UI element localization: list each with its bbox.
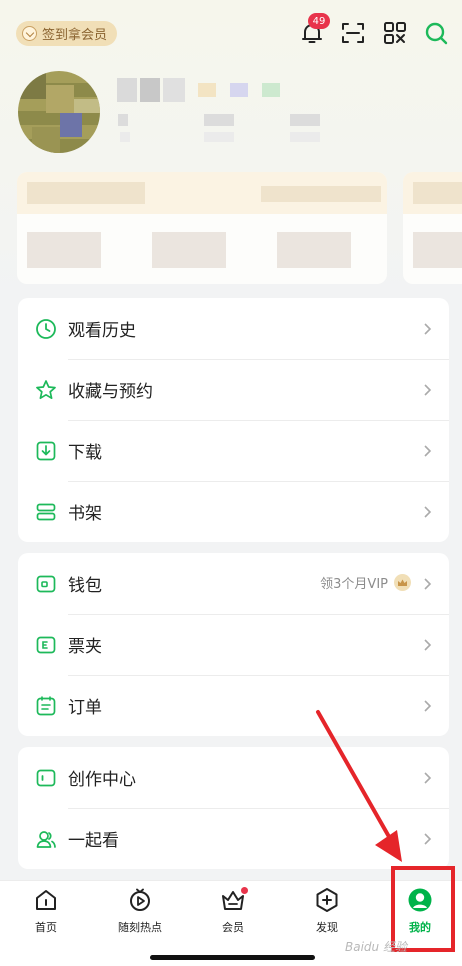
checkin-label: 签到拿会员 (42, 28, 108, 43)
checkin-button[interactable]: 签到拿会员 (16, 21, 118, 46)
chevron-right-icon (424, 639, 432, 651)
home-indicator[interactable] (150, 955, 315, 960)
menu-item-label: 下载 (68, 443, 102, 463)
vip-promo[interactable]: 领3个月VIP (320, 573, 411, 592)
tab-discover[interactable]: 发现 (292, 887, 362, 935)
chevron-right-icon (424, 323, 432, 335)
menu-item-creator-center[interactable]: 创作中心 (18, 747, 449, 808)
chevron-right-icon (424, 506, 432, 518)
bookshelf-icon (36, 503, 56, 520)
menu-card-social: 创作中心 一起看 (18, 747, 449, 869)
hot-play-icon (130, 888, 150, 911)
vip-benefits-card-secondary[interactable] (403, 172, 462, 284)
clock-icon (36, 318, 56, 339)
menu-item-label: 书架 (68, 504, 102, 524)
menu-item-watch-history[interactable]: 观看历史 (18, 298, 449, 359)
menu-card-account: 钱包 领3个月VIP 票夹 订单 (18, 553, 449, 736)
tab-label: 会员 (222, 921, 244, 934)
menu-item-favorites[interactable]: 收藏与预约 (18, 359, 449, 420)
tab-home[interactable]: 首页 (11, 887, 81, 935)
chevron-right-icon (424, 384, 432, 396)
chevron-right-icon (424, 700, 432, 712)
menu-item-bookshelf[interactable]: 书架 (18, 481, 449, 542)
search-icon[interactable] (423, 20, 449, 46)
vip-promo-text: 领3个月VIP (320, 577, 388, 592)
menu-item-label: 收藏与预约 (68, 382, 153, 402)
chevron-right-icon (424, 445, 432, 457)
menu-item-download[interactable]: 下载 (18, 420, 449, 481)
vip-benefits-card[interactable] (17, 172, 387, 284)
menu-item-label: 观看历史 (68, 321, 136, 341)
menu-item-watch-together[interactable]: 一起看 (18, 808, 449, 869)
menu-item-label: 订单 (68, 698, 102, 718)
tab-vip[interactable]: 会员 (198, 887, 268, 935)
watermark: Baidu 经验 (345, 940, 407, 954)
discover-icon (316, 888, 338, 912)
menu-item-label: 票夹 (68, 637, 102, 657)
tab-label: 首页 (35, 921, 57, 934)
home-icon (36, 890, 56, 910)
menu-item-wallet[interactable]: 钱包 领3个月VIP (18, 553, 449, 614)
chevron-right-icon (424, 772, 432, 784)
notification-badge: 49 (308, 13, 330, 29)
menu-item-label: 钱包 (68, 576, 102, 596)
download-icon (36, 441, 56, 460)
menu-item-label: 创作中心 (68, 770, 136, 790)
chevron-right-icon (424, 578, 432, 590)
checkin-coin-icon (22, 26, 37, 41)
tab-label: 随刻热点 (118, 921, 162, 934)
qr-code-icon[interactable] (382, 20, 408, 46)
avatar[interactable] (18, 71, 100, 153)
order-icon (36, 695, 56, 715)
chevron-right-icon (424, 833, 432, 845)
crown-icon (394, 574, 411, 591)
menu-card-media: 观看历史 收藏与预约 下载 书架 (18, 298, 449, 542)
header: 签到拿会员 49 (0, 0, 462, 64)
tab-label: 发现 (316, 921, 338, 934)
wallet-icon (36, 575, 56, 592)
creator-icon (36, 769, 56, 786)
menu-item-label: 一起看 (68, 831, 119, 851)
star-icon (36, 379, 56, 399)
scan-icon[interactable] (340, 20, 366, 46)
ticket-icon (36, 636, 56, 653)
tab-hot[interactable]: 随刻热点 (105, 887, 175, 935)
watch-together-icon (36, 830, 56, 848)
vip-notification-dot (241, 887, 248, 894)
menu-item-orders[interactable]: 订单 (18, 675, 449, 736)
menu-item-tickets[interactable]: 票夹 (18, 614, 449, 675)
